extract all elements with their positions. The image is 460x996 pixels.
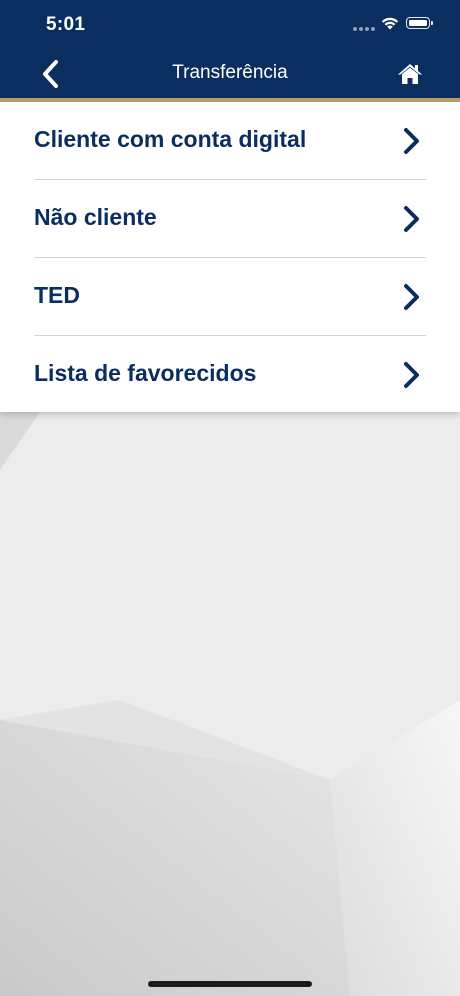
menu-item-lista-favorecidos[interactable]: Lista de favorecidos [34, 336, 426, 413]
home-indicator[interactable] [148, 981, 312, 987]
chevron-right-icon [404, 284, 419, 310]
menu-item-ted[interactable]: TED [34, 258, 426, 336]
battery-icon [406, 17, 433, 29]
status-time: 5:01 [46, 14, 86, 35]
menu-item-label: Não cliente [34, 204, 157, 230]
header-accent-line [0, 98, 460, 102]
menu-item-cliente-conta-digital[interactable]: Cliente com conta digital [34, 102, 426, 180]
status-bar: 5:01 [0, 0, 460, 50]
menu-item-label: TED [34, 282, 80, 308]
chevron-right-icon [404, 362, 419, 388]
chevron-right-icon [404, 206, 419, 232]
top-navigation-bar: 5:01 Transferência [0, 0, 460, 98]
wifi-icon [381, 17, 399, 30]
menu-item-label: Cliente com conta digital [34, 126, 307, 152]
cellular-signal-icon [353, 27, 375, 31]
home-icon [398, 64, 422, 84]
home-button[interactable] [390, 56, 430, 92]
menu-item-label: Lista de favorecidos [34, 360, 257, 386]
transfer-options-list: Cliente com conta digital Não cliente TE… [0, 102, 460, 412]
menu-item-nao-cliente[interactable]: Não cliente [34, 180, 426, 258]
chevron-right-icon [404, 128, 419, 154]
